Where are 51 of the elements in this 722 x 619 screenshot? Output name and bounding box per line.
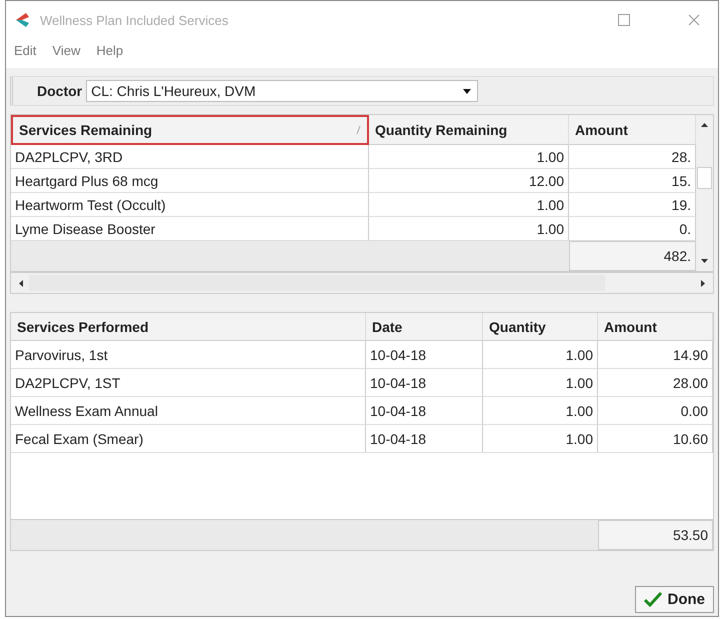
table-cell: 0.00 [598, 397, 713, 425]
table-cell: 10-04-18 [366, 425, 483, 453]
scroll-down-icon[interactable] [701, 259, 708, 263]
table-cell: 1.00 [483, 425, 598, 453]
column-header[interactable]: Services Remaining [11, 115, 369, 145]
total-cell: 482. [569, 241, 696, 271]
column-header[interactable]: Services Performed [11, 313, 366, 341]
table-cell: 12.00 [369, 169, 569, 193]
checkmark-icon [644, 592, 662, 607]
menu-item[interactable]: View [52, 43, 80, 58]
table-cell: Wellness Exam Annual [11, 397, 366, 425]
doctor-label: Doctor [37, 83, 82, 99]
table-cell: 10-04-18 [366, 369, 483, 397]
app-logo-icon [14, 11, 32, 29]
column-header[interactable]: Quantity [483, 313, 598, 341]
column-header[interactable]: Quantity Remaining [369, 115, 569, 145]
table-cell: 14.90 [598, 341, 713, 369]
menu-item[interactable]: Help [96, 43, 124, 58]
close-icon[interactable] [688, 14, 700, 26]
maximize-icon[interactable] [618, 14, 630, 26]
total-cell: 53.50 [598, 520, 713, 550]
table-cell: 1.00 [483, 397, 598, 425]
scroll-up-icon[interactable] [701, 123, 708, 127]
table-cell: Heartworm Test (Occult) [11, 193, 369, 217]
window-title: Wellness Plan Included Services [40, 12, 228, 28]
vertical-scrollbar[interactable] [696, 115, 713, 271]
menu-item[interactable]: Edit [14, 43, 36, 58]
dropdown-arrow-icon [463, 88, 472, 94]
table-cell: 1.00 [483, 369, 598, 397]
table-cell: Heartgard Plus 68 mcg [11, 169, 369, 193]
table-cell: 28.00 [598, 369, 713, 397]
table-cell: 10.60 [598, 425, 713, 453]
column-header[interactable]: Date [366, 313, 483, 341]
table-cell: 1.00 [483, 341, 598, 369]
doctor-dropdown[interactable]: CL: Chris L'Heureux, DVM [86, 80, 478, 102]
done-button[interactable]: Done [634, 586, 714, 613]
table-cell: 10-04-18 [366, 397, 483, 425]
scroll-right-icon[interactable] [701, 280, 705, 286]
table-cell: 1.00 [369, 145, 569, 169]
table-cell: DA2PLCPV, 3RD [11, 145, 369, 169]
table-cell: 10-04-18 [366, 341, 483, 369]
table-cell: 1.00 [369, 193, 569, 217]
horizontal-scrollbar[interactable] [10, 272, 714, 294]
scroll-left-icon[interactable] [19, 280, 23, 286]
table-cell: Fecal Exam (Smear) [11, 425, 366, 453]
table-cell: DA2PLCPV, 1ST [11, 369, 366, 397]
column-header[interactable]: Amount [569, 115, 696, 145]
table-cell: Parvovirus, 1st [11, 341, 366, 369]
column-header[interactable]: Amount [598, 313, 713, 341]
sort-icon [356, 126, 361, 134]
scroll-thumb[interactable] [697, 167, 712, 189]
